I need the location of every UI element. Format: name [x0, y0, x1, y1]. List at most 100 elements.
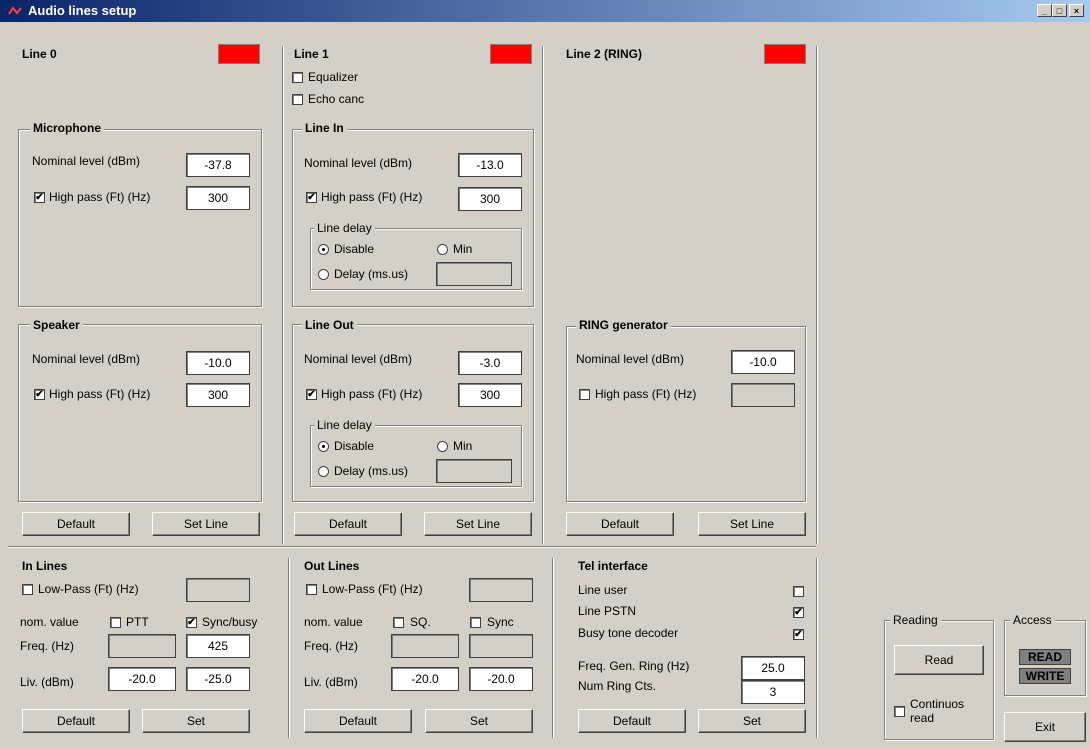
- outlines-freq-label: Freq. (Hz): [304, 639, 358, 653]
- linein-delay-radio[interactable]: [318, 269, 329, 280]
- num-ring-label: Num Ring Cts.: [578, 679, 657, 693]
- lineout-delay-field[interactable]: [436, 459, 512, 483]
- line-user-checkbox[interactable]: [793, 586, 804, 597]
- close-button[interactable]: ×: [1069, 4, 1084, 17]
- maximize-button[interactable]: □: [1052, 4, 1067, 17]
- ring-highpass-checkbox[interactable]: [579, 389, 590, 400]
- mic-highpass-field[interactable]: 300: [186, 186, 250, 210]
- read-access-indicator: READ: [1019, 649, 1071, 665]
- lineout-disable-radio[interactable]: [318, 441, 329, 452]
- inlines-lowpass-checkbox[interactable]: [22, 584, 33, 595]
- outlines-set-button[interactable]: Set: [425, 709, 533, 733]
- divider: [816, 558, 818, 738]
- outlines-liv-right-field[interactable]: -20.0: [469, 667, 533, 691]
- inlines-freq-left-field[interactable]: [108, 634, 176, 658]
- lineout-highpass-checkbox[interactable]: ✔: [306, 389, 317, 400]
- spk-nominal-field[interactable]: -10.0: [186, 351, 250, 375]
- sync-busy-checkbox[interactable]: ✔: [186, 617, 197, 628]
- lineout-delay-label: Delay (ms.us): [334, 464, 409, 478]
- lineout-highpass-field[interactable]: 300: [458, 383, 522, 407]
- mic-nominal-field[interactable]: -37.8: [186, 153, 250, 177]
- ring-generator-title: RING generator: [576, 318, 671, 332]
- lineout-min-radio[interactable]: [437, 441, 448, 452]
- title-bar: Audio lines setup _ □ ×: [0, 0, 1090, 22]
- outlines-freq-right-field[interactable]: [469, 634, 533, 658]
- out-sync-label: Sync: [487, 615, 514, 629]
- inlines-nom-label: nom. value: [20, 615, 79, 629]
- num-ring-field[interactable]: 3: [741, 680, 805, 704]
- out-sync-checkbox[interactable]: [470, 617, 481, 628]
- inlines-liv-left-field[interactable]: -20.0: [108, 667, 176, 691]
- outlines-freq-left-field[interactable]: [391, 634, 459, 658]
- inlines-freq-right-field[interactable]: 425: [186, 634, 250, 658]
- inlines-title: In Lines: [22, 559, 68, 573]
- line1-title: Line 1: [294, 47, 329, 61]
- ring-highpass-field[interactable]: [731, 383, 795, 407]
- lineout-nominal-field[interactable]: -3.0: [458, 351, 522, 375]
- line2-default-button[interactable]: Default: [566, 512, 674, 536]
- divider: [288, 558, 290, 738]
- continuos-read-label: Continuos read: [910, 697, 965, 725]
- linein-nominal-label: Nominal level (dBm): [304, 156, 413, 170]
- inlines-set-button[interactable]: Set: [142, 709, 250, 733]
- outlines-liv-left-field[interactable]: -20.0: [391, 667, 459, 691]
- linein-highpass-checkbox[interactable]: ✔: [306, 192, 317, 203]
- linein-highpass-label: High pass (Ft) (Hz): [321, 190, 423, 204]
- inlines-freq-label: Freq. (Hz): [20, 639, 74, 653]
- ring-nominal-field[interactable]: -10.0: [731, 350, 795, 374]
- line-pstn-checkbox[interactable]: ✔: [793, 607, 804, 618]
- line2-status-led: [764, 44, 806, 64]
- reading-title: Reading: [890, 613, 941, 627]
- equalizer-checkbox[interactable]: [292, 72, 303, 83]
- divider: [8, 546, 816, 548]
- sq-checkbox[interactable]: [393, 617, 404, 628]
- linein-disable-radio[interactable]: [318, 244, 329, 255]
- exit-button[interactable]: Exit: [1004, 712, 1086, 742]
- ring-nominal-label: Nominal level (dBm): [576, 352, 685, 366]
- echo-canc-checkbox[interactable]: [292, 94, 303, 105]
- continuos-read-checkbox[interactable]: [894, 706, 905, 717]
- mic-highpass-checkbox[interactable]: ✔: [34, 192, 45, 203]
- tel-interface-title: Tel interface: [578, 559, 648, 573]
- linein-min-radio[interactable]: [437, 244, 448, 255]
- tel-default-button[interactable]: Default: [578, 709, 686, 733]
- lineout-delay-radio[interactable]: [318, 466, 329, 477]
- minimize-button[interactable]: _: [1037, 4, 1052, 17]
- line-in-title: Line In: [302, 121, 347, 135]
- busy-tone-checkbox[interactable]: ✔: [793, 629, 804, 640]
- outlines-liv-label: Liv. (dBm): [304, 675, 358, 689]
- divider: [552, 558, 554, 738]
- freq-gen-ring-label: Freq. Gen. Ring (Hz): [578, 659, 690, 673]
- microphone-title: Microphone: [30, 121, 104, 135]
- tel-set-button[interactable]: Set: [698, 709, 806, 733]
- inlines-liv-right-field[interactable]: -25.0: [186, 667, 250, 691]
- linein-delay-field[interactable]: [436, 262, 512, 286]
- linein-delay-title: Line delay: [314, 221, 375, 235]
- access-title: Access: [1010, 613, 1055, 627]
- line0-default-button[interactable]: Default: [22, 512, 130, 536]
- linein-highpass-field[interactable]: 300: [458, 187, 522, 211]
- ring-highpass-label: High pass (Ft) (Hz): [595, 387, 697, 401]
- spk-highpass-field[interactable]: 300: [186, 383, 250, 407]
- busy-tone-label: Busy tone decoder: [578, 626, 679, 640]
- line1-default-button[interactable]: Default: [294, 512, 402, 536]
- inlines-default-button[interactable]: Default: [22, 709, 130, 733]
- line2-setline-button[interactable]: Set Line: [698, 512, 806, 536]
- line1-setline-button[interactable]: Set Line: [424, 512, 532, 536]
- linein-nominal-field[interactable]: -13.0: [458, 153, 522, 177]
- outlines-default-button[interactable]: Default: [304, 709, 412, 733]
- freq-gen-ring-field[interactable]: 25.0: [741, 656, 805, 680]
- mic-highpass-label: High pass (Ft) (Hz): [49, 190, 151, 204]
- outlines-lowpass-field[interactable]: [469, 578, 533, 602]
- outlines-lowpass-checkbox[interactable]: [306, 584, 317, 595]
- read-button[interactable]: Read: [894, 645, 984, 675]
- spk-nominal-label: Nominal level (dBm): [32, 352, 141, 366]
- lineout-delay-title: Line delay: [314, 418, 375, 432]
- inlines-lowpass-field[interactable]: [186, 578, 250, 602]
- line0-setline-button[interactable]: Set Line: [152, 512, 260, 536]
- line2-title: Line 2 (RING): [566, 47, 643, 61]
- lineout-min-label: Min: [453, 439, 473, 453]
- ptt-checkbox[interactable]: [110, 617, 121, 628]
- speaker-title: Speaker: [30, 318, 83, 332]
- spk-highpass-checkbox[interactable]: ✔: [34, 389, 45, 400]
